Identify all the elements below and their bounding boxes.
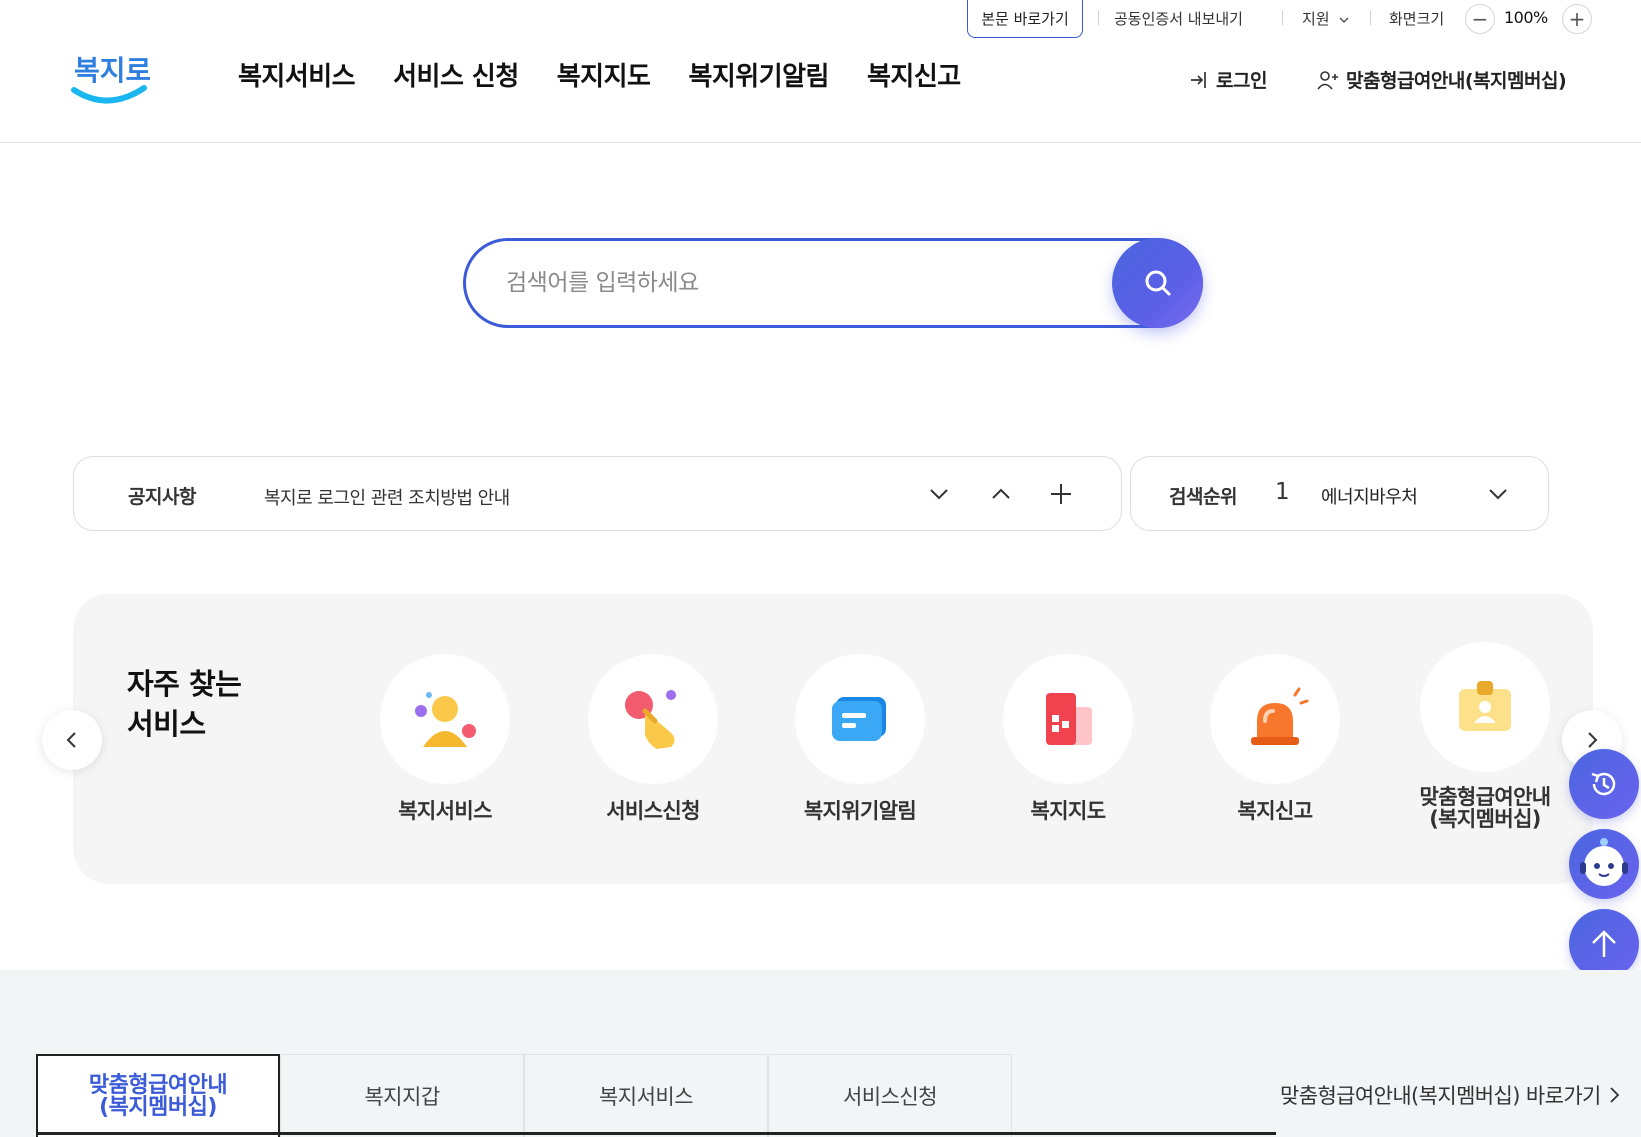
carousel-prev-button[interactable] [42,710,102,770]
divider [1098,11,1099,25]
ranking-expand-button[interactable] [1481,477,1515,511]
logo[interactable]: 복지로 [70,42,151,110]
bottom-tabs: 맞춤형급여안내 (복지멤버십) 복지지갑 복지서비스 서비스신청 [36,1054,1012,1137]
notice-next-button[interactable] [922,477,956,511]
divider [1370,11,1371,25]
history-icon [1591,772,1616,796]
service-item-apply[interactable]: 서비스신청 [568,654,738,822]
tab-label-line: (복지멤버십) [99,1094,217,1120]
chevron-right-icon [1588,732,1598,748]
id-card-icon [1459,681,1511,731]
tab-underline [36,1132,1276,1135]
arrow-up-icon [1592,930,1616,957]
service-item-welfare-map[interactable]: 복지지도 [983,654,1153,822]
service-icon-circle [1420,642,1550,772]
siren-icon [1251,687,1309,745]
person-icon [415,692,476,747]
membership-link[interactable]: 맞춤형급여안내(복지멤버십) [1316,66,1567,93]
ranking-label: 검색순위 [1169,486,1237,508]
hand-pointer-icon [625,690,676,749]
service-label: 복지위기알림 [803,799,917,823]
service-item-report[interactable]: 복지신고 [1190,654,1360,822]
service-label: 복지서비스 [398,799,492,823]
chevron-right-icon [1610,1087,1620,1103]
plus-icon [1051,484,1071,504]
nav-item-welfare-report[interactable]: 복지신고 [867,56,961,93]
service-item-membership[interactable]: 맞춤형급여안내 (복지멤버십) [1400,642,1570,830]
service-item-welfare[interactable]: 복지서비스 [360,654,530,822]
notice-label: 공지사항 [128,486,196,508]
notice-more-button[interactable] [1044,477,1078,511]
service-label-line: 맞춤형급여안내 [1419,785,1551,809]
goto-label: 맞춤형급여안내(복지멤버십) 바로가기 [1280,1084,1601,1108]
frequent-services-title: 자주 찾는 서비스 [127,664,242,744]
message-icon [832,697,886,741]
chevron-down-icon [1489,489,1507,500]
service-icon-circle [795,654,925,784]
service-label: 맞춤형급여안내 (복지멤버십) [1400,786,1570,830]
notice-bar: 공지사항 복지로 로그인 관련 조치방법 안내 [73,456,1122,531]
chatbot-icon [1580,838,1628,886]
zoom-label: 화면크기 [1389,10,1445,28]
service-label: 서비스신청 [606,799,700,823]
chatbot-button[interactable] [1569,829,1639,899]
chevron-left-icon [66,732,76,748]
notice-prev-button[interactable] [984,477,1018,511]
bokjiro-logo-icon: 복지로 [71,54,151,104]
tab-membership[interactable]: 맞춤형급여안내 (복지멤버십) [36,1054,280,1137]
nav-item-service-apply[interactable]: 서비스 신청 [393,56,519,93]
search-input[interactable] [506,261,1066,305]
zoom-value: 100% [1504,8,1548,27]
header-divider [0,142,1641,143]
user-add-icon [1317,70,1338,90]
chevron-down-icon [1339,16,1349,23]
ranking-number: 1 [1275,479,1290,505]
search-box [463,238,1203,328]
main-nav: 복지서비스 서비스 신청 복지지도 복지위기알림 복지신고 [238,56,999,93]
tab-service-apply[interactable]: 서비스신청 [768,1054,1012,1137]
membership-goto-link[interactable]: 맞춤형급여안내(복지멤버십) 바로가기 [1280,1080,1623,1110]
scroll-top-button[interactable] [1569,909,1639,979]
search-ranking-bar: 검색순위 1 에너지바우처 [1130,456,1549,531]
recent-history-button[interactable] [1569,749,1639,819]
service-label-line: (복지멤버십) [1429,807,1541,831]
chevron-down-icon [930,489,948,500]
support-label: 지원 [1302,10,1330,28]
support-dropdown[interactable]: 지원 [1302,8,1350,29]
login-label: 로그인 [1216,70,1267,92]
membership-label: 맞춤형급여안내(복지멤버십) [1346,70,1567,92]
service-item-crisis-alert[interactable]: 복지위기알림 [775,654,945,822]
skip-to-content-link[interactable]: 본문 바로가기 [967,0,1083,38]
divider [1282,11,1283,25]
service-icon-circle [380,654,510,784]
logo-text: 복지로 [74,54,150,87]
tab-welfare-service[interactable]: 복지서비스 [524,1054,768,1137]
nav-item-welfare-map[interactable]: 복지지도 [557,56,651,93]
service-icon-circle [1003,654,1133,784]
login-link[interactable]: 로그인 [1188,66,1267,93]
building-icon [1046,693,1092,745]
zoom-in-button[interactable]: + [1562,4,1592,34]
service-label: 복지지도 [1030,799,1106,823]
chevron-up-icon [992,488,1010,499]
search-button[interactable] [1112,238,1203,328]
nav-item-crisis-alert[interactable]: 복지위기알림 [688,56,829,93]
service-icon-circle [588,654,718,784]
login-icon [1191,71,1206,88]
title-line: 서비스 [127,707,206,741]
title-line: 자주 찾는 [127,667,242,701]
cert-export-link[interactable]: 공동인증서 내보내기 [1114,8,1243,29]
service-label: 복지신고 [1237,799,1313,823]
nav-item-welfare-service[interactable]: 복지서비스 [238,56,356,93]
tab-label-line: 맞춤형급여안내 [88,1072,228,1098]
search-icon [1145,270,1170,296]
notice-item-link[interactable]: 복지로 로그인 관련 조치방법 안내 [264,484,510,510]
tab-welfare-wallet[interactable]: 복지지갑 [280,1054,524,1137]
zoom-out-button[interactable]: − [1465,4,1495,34]
utility-bar: 본문 바로가기 공동인증서 내보내기 지원 화면크기 − 100% + [0,0,1641,38]
service-icon-circle [1210,654,1340,784]
ranking-keyword-link[interactable]: 에너지바우처 [1321,483,1417,509]
